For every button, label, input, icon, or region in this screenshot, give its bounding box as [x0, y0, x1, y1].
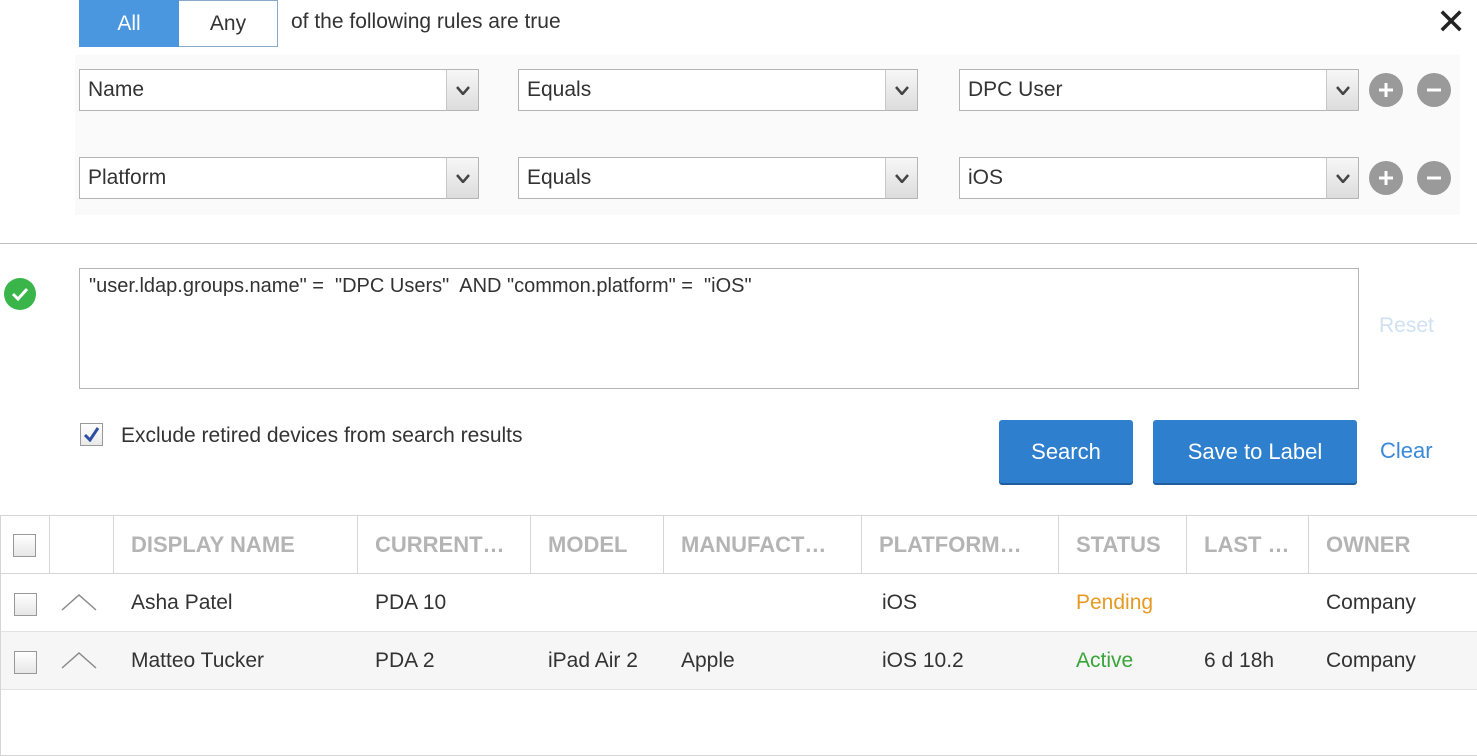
plus-icon[interactable] [1369, 161, 1403, 195]
expand-column-header [50, 516, 114, 574]
rule-2-field-value: Platform [88, 166, 167, 189]
save-to-label-button[interactable]: Save to Label [1153, 420, 1357, 483]
table-header: DISPLAY NAME CURRENT… MODEL MANUFACT… PL… [1, 516, 1477, 574]
cell-status: Active [1076, 649, 1134, 672]
toggle-any-button[interactable]: Any [179, 0, 278, 47]
column-header-current[interactable]: CURRENT… [358, 516, 531, 574]
chevron-down-icon [885, 158, 917, 198]
rule-2-value-value: iOS [968, 166, 1004, 189]
column-header-display-name[interactable]: DISPLAY NAME [114, 516, 358, 574]
rule-2-field-select[interactable]: Platform [79, 157, 479, 199]
clear-link[interactable]: Clear [1380, 438, 1433, 464]
cell-display-name: Matteo Tucker [131, 649, 265, 672]
select-all-checkbox[interactable] [13, 534, 36, 557]
column-header-status[interactable]: STATUS [1059, 516, 1187, 574]
table-row[interactable]: Asha Patel PDA 10 iOS Pending Company [1, 574, 1477, 632]
results-table: DISPLAY NAME CURRENT… MODEL MANUFACT… PL… [0, 515, 1477, 756]
rule-1-value-select[interactable]: DPC User [959, 69, 1359, 111]
checkmark-icon [83, 427, 100, 442]
cell-current: PDA 10 [375, 591, 447, 614]
rule-1-field-select[interactable]: Name [79, 69, 479, 111]
cell-last: 6 d 18h [1204, 649, 1275, 672]
chevron-down-icon [446, 158, 478, 198]
row-checkbox[interactable] [14, 593, 37, 616]
cell-display-name: Asha Patel [131, 591, 233, 614]
cell-owner: Company [1326, 591, 1416, 614]
rule-1-field-value: Name [88, 78, 145, 101]
column-header-last[interactable]: LAST … [1187, 516, 1309, 574]
column-header-platform[interactable]: PLATFORM… [862, 516, 1059, 574]
chevron-down-icon [446, 70, 478, 110]
minus-icon[interactable] [1417, 73, 1451, 107]
rule-2-value-select[interactable]: iOS [959, 157, 1359, 199]
rule-2-operator-value: Equals [527, 166, 592, 189]
cell-owner: Company [1326, 649, 1416, 672]
cell-manufacturer: Apple [681, 649, 735, 672]
chevron-down-icon [1326, 158, 1358, 198]
chevron-up-icon[interactable] [60, 590, 98, 614]
cell-model: iPad Air 2 [548, 649, 638, 672]
exclude-retired-label: Exclude retired devices from search resu… [121, 424, 523, 447]
search-button[interactable]: Search [999, 420, 1133, 483]
cell-manufacturer [664, 574, 681, 632]
chevron-down-icon [885, 70, 917, 110]
close-icon[interactable]: ✕ [1436, 4, 1466, 40]
exclude-retired-checkbox[interactable] [80, 423, 103, 446]
chevron-down-icon [1326, 70, 1358, 110]
cell-model [531, 574, 548, 632]
cell-last [1187, 574, 1204, 632]
reset-link[interactable]: Reset [1379, 314, 1434, 338]
table-row[interactable]: Matteo Tucker PDA 2 iPad Air 2 Apple iOS… [1, 632, 1477, 690]
check-circle-icon [4, 278, 36, 310]
section-divider [0, 243, 1477, 244]
rules-suffix-text: of the following rules are true [291, 10, 561, 33]
rule-1-value-value: DPC User [968, 78, 1063, 101]
query-textarea[interactable]: "user.ldap.groups.name" = "DPC Users" AN… [79, 268, 1359, 389]
match-toggle: All Any [79, 0, 278, 47]
minus-icon[interactable] [1417, 161, 1451, 195]
column-header-model[interactable]: MODEL [531, 516, 664, 574]
cell-status: Pending [1076, 591, 1154, 614]
cell-current: PDA 2 [375, 649, 435, 672]
rule-1-operator-value: Equals [527, 78, 592, 101]
select-all-cell [1, 516, 50, 574]
column-header-manufacturer[interactable]: MANUFACT… [664, 516, 862, 574]
cell-platform: iOS [882, 591, 918, 614]
chevron-up-icon[interactable] [60, 648, 98, 672]
plus-icon[interactable] [1369, 73, 1403, 107]
toggle-all-button[interactable]: All [79, 0, 179, 47]
rule-2-operator-select[interactable]: Equals [518, 157, 918, 199]
rule-1-operator-select[interactable]: Equals [518, 69, 918, 111]
column-header-owner[interactable]: OWNER [1309, 516, 1477, 574]
cell-platform: iOS 10.2 [882, 649, 964, 672]
row-checkbox[interactable] [14, 651, 37, 674]
